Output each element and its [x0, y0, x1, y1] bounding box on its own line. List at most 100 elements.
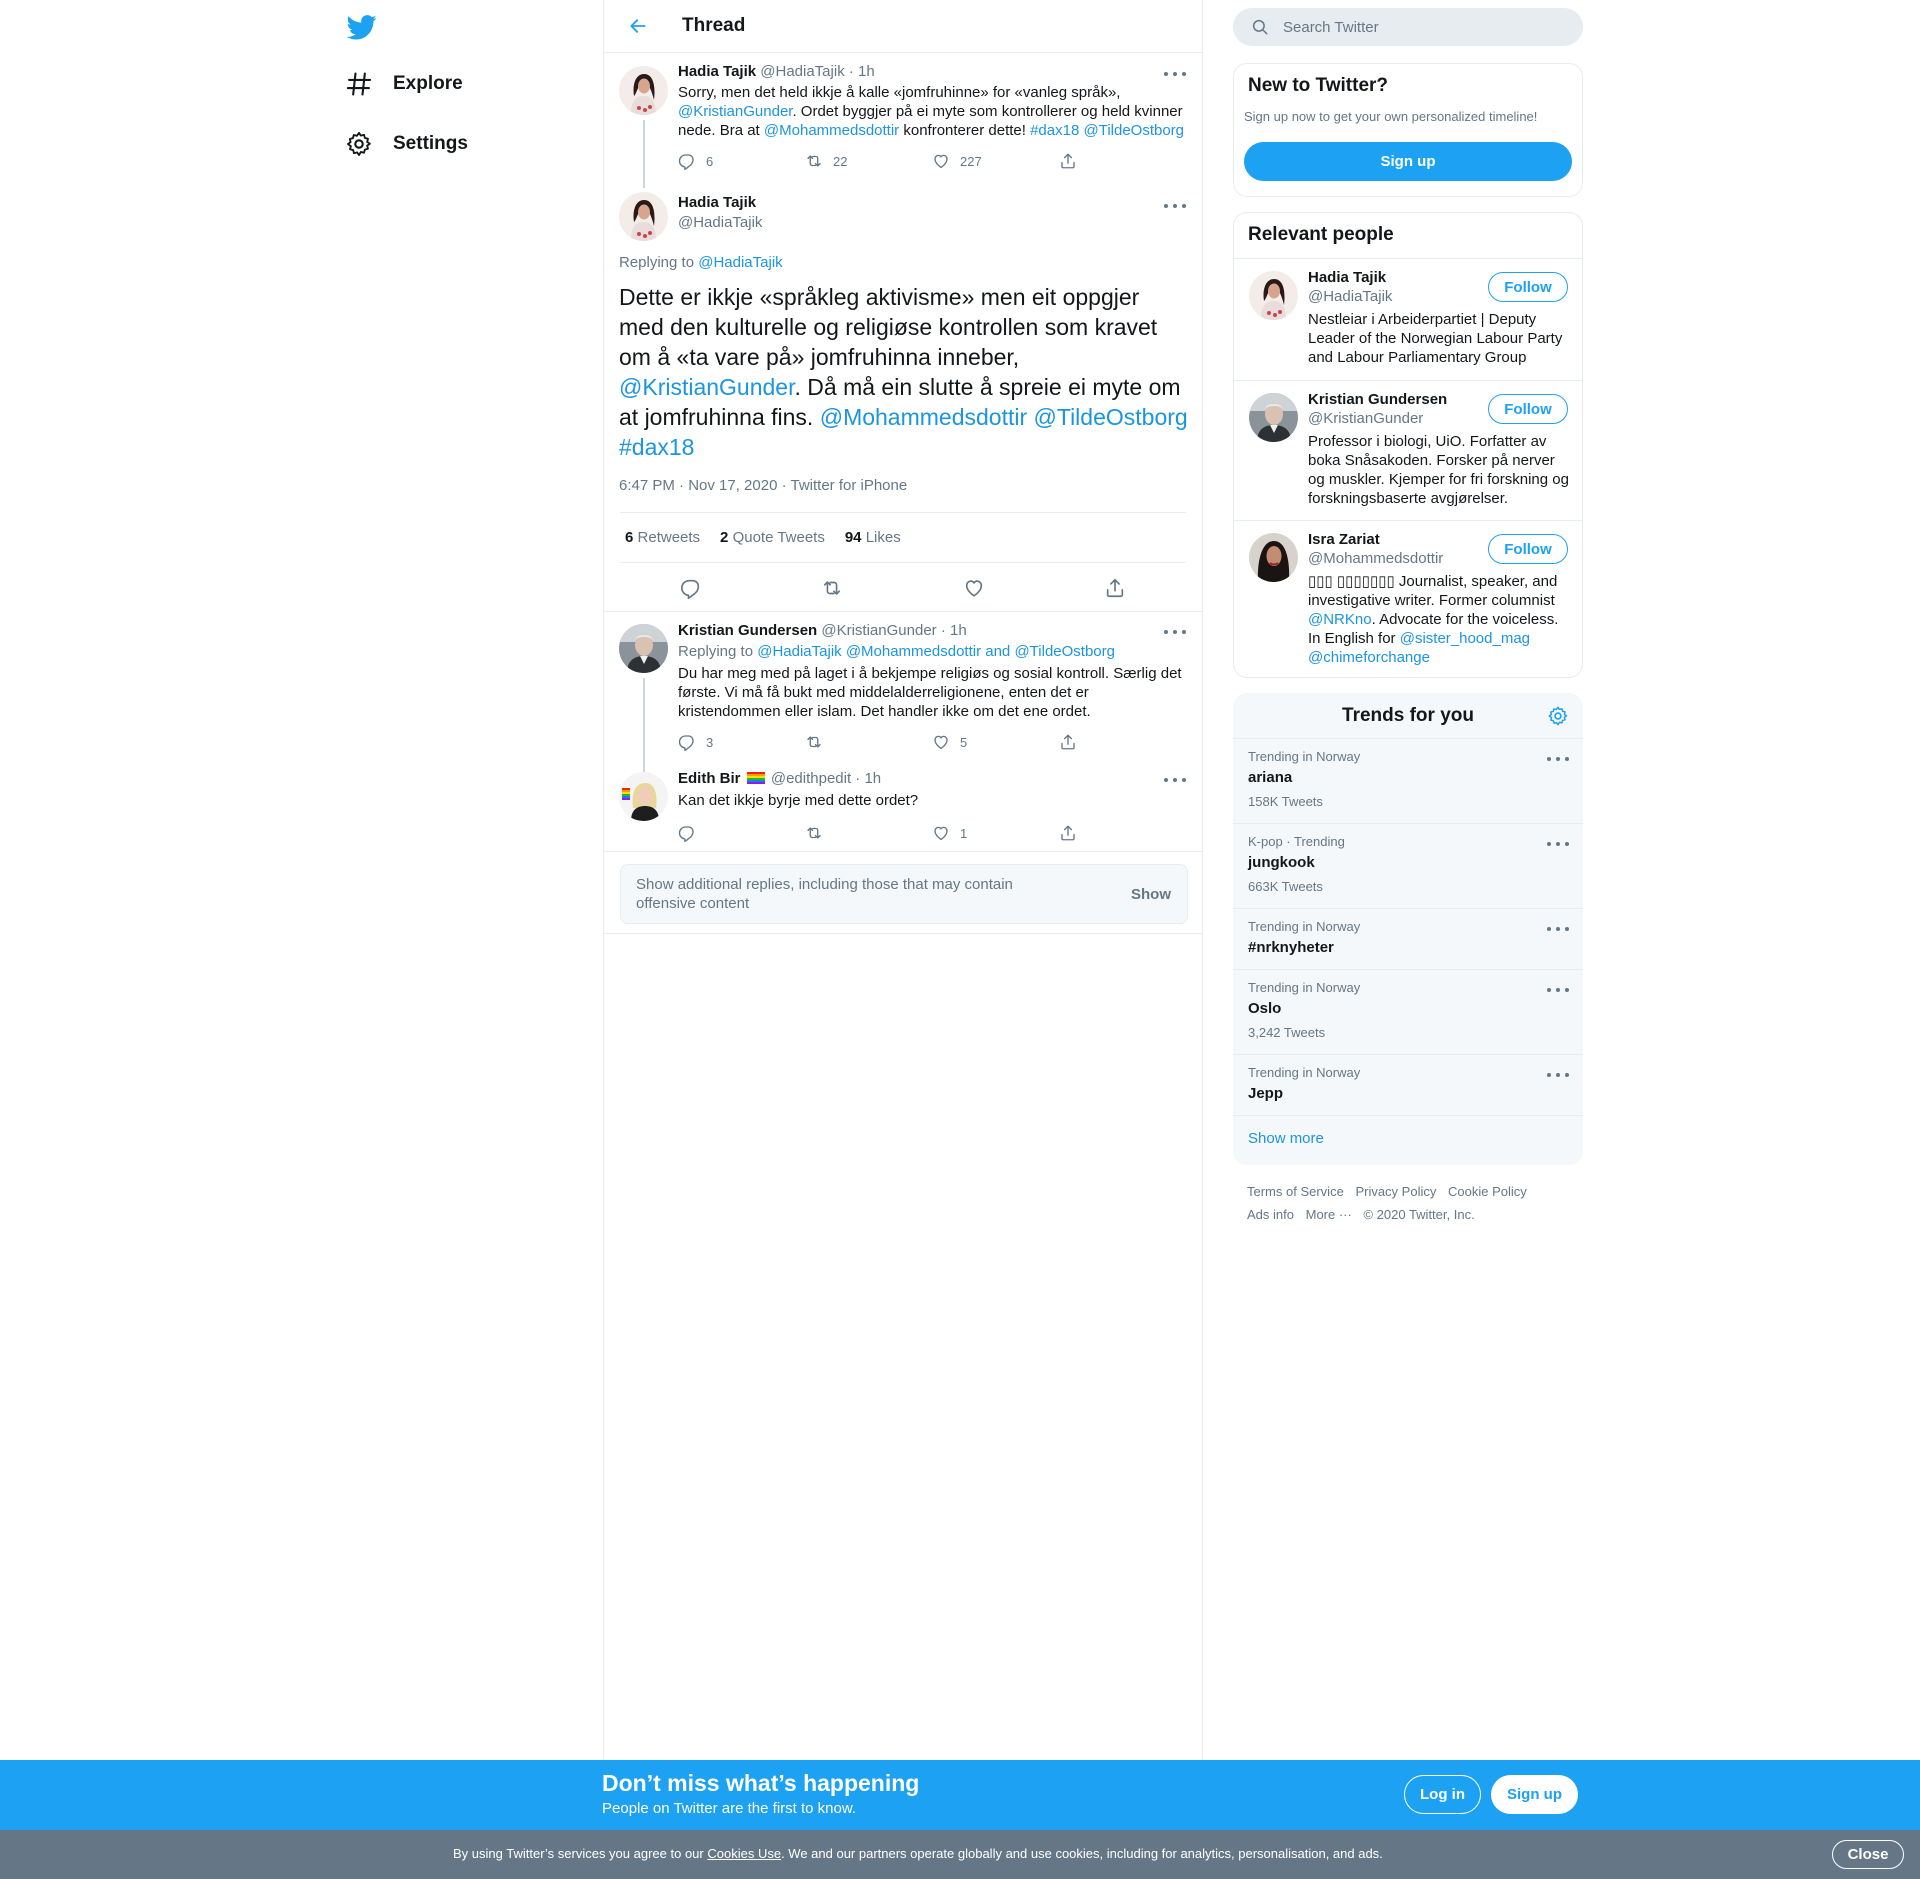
more-dots-icon[interactable]: [1547, 921, 1569, 937]
show-replies-button[interactable]: Show: [1131, 885, 1171, 904]
reply-button[interactable]: 3: [678, 732, 805, 752]
follow-button[interactable]: Follow: [1488, 394, 1568, 424]
author-handle[interactable]: @KristianGunder: [821, 622, 936, 639]
back-button[interactable]: [620, 8, 656, 44]
retweet-button[interactable]: 22: [805, 151, 932, 171]
avatar[interactable]: [1249, 393, 1298, 442]
search-input[interactable]: [1283, 18, 1553, 36]
trend-item[interactable]: K-pop · Trending jungkook 663K Tweets: [1233, 824, 1583, 909]
tweet-parent[interactable]: Hadia Tajik @HadiaTajik · 1h Sorry, men …: [604, 54, 1202, 188]
trend-item[interactable]: Trending in Norway ariana 158K Tweets: [1233, 739, 1583, 824]
tweet-reply[interactable]: Edith Bir @edithpedit · 1h Kan det ikkje…: [604, 764, 1202, 852]
avatar[interactable]: [1249, 533, 1298, 582]
trend-item[interactable]: Trending in Norway #nrknyheter: [1233, 909, 1583, 970]
mention-link[interactable]: @TildeOstborg: [1083, 122, 1184, 139]
login-button[interactable]: Log in: [1404, 1775, 1481, 1814]
author-handle[interactable]: @HadiaTajik: [678, 214, 762, 231]
card-title: New to Twitter?: [1248, 75, 1389, 96]
tweet-time[interactable]: · 1h: [849, 63, 875, 80]
mention-link[interactable]: @Mohammedsdottir: [820, 404, 1027, 430]
likes-count: 94: [844, 529, 862, 546]
more-dots-icon[interactable]: [1547, 751, 1569, 767]
author-name[interactable]: Kristian Gundersen: [678, 622, 817, 639]
author-name[interactable]: Edith Bir: [678, 770, 741, 787]
twitter-logo-icon[interactable]: [345, 12, 379, 42]
gear-icon[interactable]: [1547, 705, 1569, 727]
mention-link[interactable]: @sister_hood_mag: [1400, 630, 1530, 647]
tweet-time[interactable]: · 1h: [941, 622, 967, 639]
more-dots-icon[interactable]: [1547, 1067, 1569, 1083]
ads-info-link[interactable]: Ads info: [1247, 1207, 1294, 1222]
avatar[interactable]: [619, 66, 668, 115]
terms-link[interactable]: Terms of Service: [1247, 1184, 1344, 1199]
reply-button[interactable]: 6: [678, 151, 805, 171]
author-handle[interactable]: @HadiaTajik: [760, 63, 844, 80]
more-dots-icon[interactable]: [1547, 982, 1569, 998]
nav-explore[interactable]: Explore: [345, 59, 463, 109]
nav-settings[interactable]: Settings: [345, 119, 468, 169]
share-button[interactable]: [1059, 732, 1186, 752]
tweet-time[interactable]: · 1h: [855, 770, 881, 787]
retweet-button[interactable]: [805, 732, 932, 752]
tweet-reply[interactable]: Kristian Gundersen @KristianGunder · 1h …: [604, 614, 1202, 778]
hashtag-link[interactable]: #dax18: [619, 434, 694, 460]
like-icon: [932, 152, 950, 170]
mention-link[interactable]: @KristianGunder: [678, 103, 792, 120]
retweets-stat[interactable]: 6 Retweets: [625, 529, 700, 546]
mention-link[interactable]: @chimeforchange: [1308, 649, 1430, 666]
avatar[interactable]: [619, 192, 668, 241]
person-handle[interactable]: @Mohammedsdottir: [1308, 550, 1443, 567]
tweet-meta[interactable]: 6:47 PM · Nov 17, 2020 · Twitter for iPh…: [619, 477, 907, 494]
mention-link[interactable]: @Mohammedsdottir: [764, 122, 899, 139]
person-handle[interactable]: @HadiaTajik: [1308, 288, 1392, 305]
divider: [604, 933, 1202, 934]
retweet-button[interactable]: [805, 823, 932, 843]
person-item[interactable]: Isra Zariat @Mohammedsdottir Follow ▯▯▯ …: [1234, 520, 1582, 678]
cookie-close-button[interactable]: Close: [1832, 1840, 1904, 1869]
author-handle[interactable]: @edithpedit: [771, 770, 851, 787]
author-name[interactable]: Hadia Tajik: [678, 194, 756, 211]
mention-link[interactable]: @HadiaTajik: [698, 254, 782, 271]
person-name[interactable]: Isra Zariat: [1308, 531, 1380, 548]
likes-stat[interactable]: 94 Likes: [845, 529, 901, 546]
person-handle[interactable]: @KristianGunder: [1308, 410, 1423, 427]
avatar[interactable]: [619, 624, 668, 673]
mention-link[interactable]: @NRKno: [1308, 611, 1372, 628]
follow-button[interactable]: Follow: [1488, 272, 1568, 302]
hashtag-link[interactable]: #dax18: [1030, 122, 1079, 139]
more-dots-icon[interactable]: [1547, 836, 1569, 852]
quotes-stat[interactable]: 2 Quote Tweets: [720, 529, 825, 546]
share-button[interactable]: [1059, 823, 1186, 843]
person-item[interactable]: Kristian Gundersen @KristianGunder Follo…: [1234, 380, 1582, 520]
like-button[interactable]: 5: [932, 732, 1059, 752]
like-button[interactable]: [954, 568, 994, 608]
search-bar[interactable]: [1233, 8, 1583, 46]
follow-button[interactable]: Follow: [1488, 534, 1568, 564]
author-name[interactable]: Hadia Tajik: [678, 63, 756, 80]
mention-link[interactable]: @HadiaTajik @Mohammedsdottir and @TildeO…: [757, 643, 1115, 660]
reply-button[interactable]: [678, 823, 805, 843]
person-name[interactable]: Hadia Tajik: [1308, 269, 1386, 286]
mention-link[interactable]: @KristianGunder: [619, 374, 795, 400]
trend-item[interactable]: Trending in Norway Oslo 3,242 Tweets: [1233, 970, 1583, 1055]
trends-show-more[interactable]: Show more: [1248, 1130, 1324, 1147]
trend-item[interactable]: Trending in Norway Jepp: [1233, 1055, 1583, 1116]
avatar[interactable]: [619, 772, 668, 821]
like-button[interactable]: 1: [932, 823, 1059, 843]
signup-button[interactable]: Sign up: [1244, 142, 1572, 181]
person-name[interactable]: Kristian Gundersen: [1308, 391, 1447, 408]
share-button[interactable]: [1095, 568, 1135, 608]
share-button[interactable]: [1059, 151, 1186, 171]
more-dots-icon[interactable]: [1164, 198, 1186, 214]
cookies-use-link[interactable]: Cookies Use: [707, 1846, 781, 1861]
reply-button[interactable]: [671, 568, 711, 608]
retweet-button[interactable]: [812, 568, 852, 608]
person-item[interactable]: Hadia Tajik @HadiaTajik Follow Nestleiar…: [1234, 258, 1582, 380]
banner-signup-button[interactable]: Sign up: [1491, 1775, 1578, 1814]
privacy-link[interactable]: Privacy Policy: [1355, 1184, 1436, 1199]
mention-link[interactable]: @TildeOstborg: [1034, 404, 1188, 430]
more-link[interactable]: More ···: [1306, 1207, 1352, 1222]
cookie-policy-link[interactable]: Cookie Policy: [1448, 1184, 1527, 1199]
avatar[interactable]: [1249, 271, 1298, 320]
like-button[interactable]: 227: [932, 151, 1059, 171]
